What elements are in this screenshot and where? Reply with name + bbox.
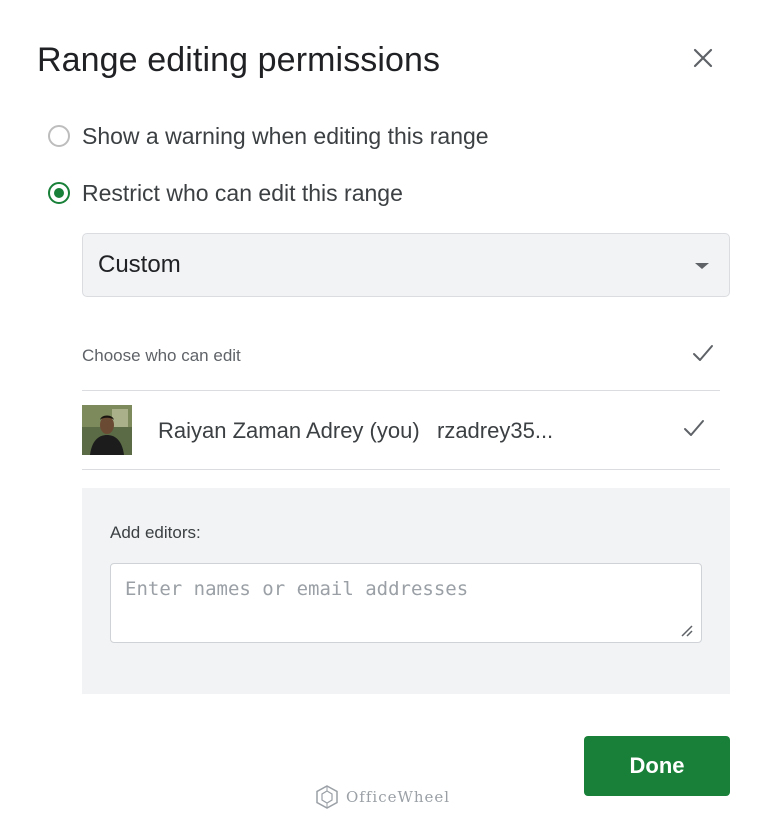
close-icon[interactable] (688, 43, 718, 73)
dialog-title: Range editing permissions (37, 41, 441, 79)
range-editing-dialog: Range editing permissions Show a warning… (0, 0, 768, 836)
editor-checkmark-icon[interactable] (681, 416, 707, 442)
add-editors-label: Add editors: (110, 523, 201, 542)
add-editors-input[interactable]: Enter names or email addresses (110, 563, 702, 643)
resize-handle-icon[interactable] (680, 624, 694, 638)
option-label: Show a warning when editing this range (82, 122, 489, 149)
officewheel-logo-icon (316, 785, 338, 809)
add-editors-panel: Add editors: Enter names or email addres… (82, 488, 730, 694)
radio-button-checked[interactable] (48, 182, 70, 204)
editor-name: Raiyan Zaman Adrey (you) (158, 418, 420, 443)
select-all-checkmark-icon[interactable] (690, 341, 716, 367)
editor-email: rzadrey35... (437, 418, 554, 443)
radio-button-unchecked[interactable] (48, 125, 70, 147)
done-button[interactable]: Done (584, 736, 730, 796)
avatar (82, 405, 132, 455)
option-show-warning[interactable]: Show a warning when editing this range (48, 121, 489, 151)
divider (82, 390, 720, 391)
divider (82, 469, 720, 470)
option-label: Restrict who can edit this range (82, 179, 403, 206)
option-restrict-editors[interactable]: Restrict who can edit this range (48, 178, 403, 208)
restriction-dropdown[interactable]: Custom (82, 233, 730, 297)
watermark-text: OfficeWheel (346, 788, 451, 806)
watermark: OfficeWheel (314, 782, 450, 812)
dropdown-arrow-icon (695, 263, 709, 269)
dropdown-value: Custom (98, 251, 181, 278)
choose-editors-label: Choose who can edit (82, 346, 241, 365)
